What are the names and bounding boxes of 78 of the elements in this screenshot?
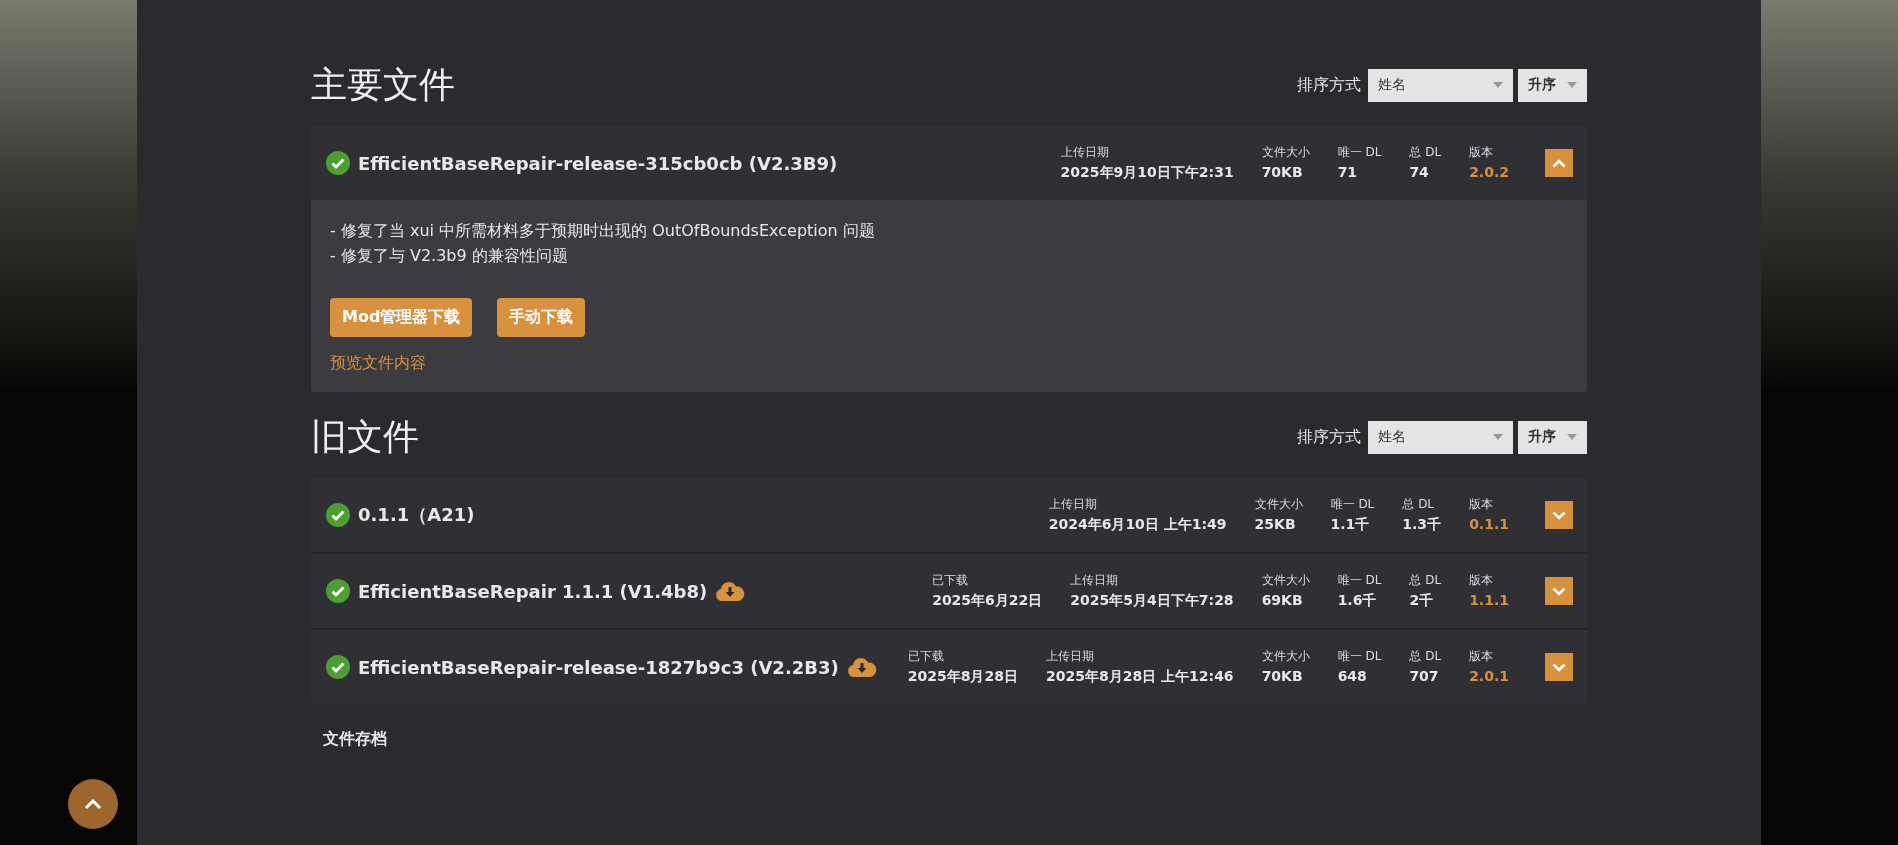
meta-label: 上传日期: [1070, 572, 1120, 589]
sort-order-dropdown[interactable]: 升序: [1518, 68, 1587, 102]
meta-value: 1.3千: [1402, 516, 1442, 534]
meta-label: 唯一 DL: [1337, 572, 1382, 589]
meta-label: 唯一 DL: [1337, 648, 1382, 665]
meta-value: 2025年9月10日下午2:31: [1060, 164, 1234, 182]
meta-label: 上传日期: [1060, 144, 1110, 161]
sort-field-dropdown[interactable]: 姓名: [1368, 420, 1513, 454]
meta-value: 69KB: [1261, 592, 1304, 608]
file-name[interactable]: EfficientBaseRepair-release-315cb0cb (V2.3B9): [358, 152, 838, 174]
meta-value: 1.6千: [1337, 592, 1378, 610]
sort-label: 排序方式: [1297, 74, 1361, 96]
meta-value: 2025年5月4日下午7:28: [1070, 592, 1234, 610]
meta-label: 已下载: [932, 572, 970, 589]
meta-value: 648: [1337, 668, 1368, 684]
chevron-up-icon: [84, 798, 102, 810]
version-number: 1.1.1: [1469, 592, 1509, 608]
sort-label: 排序方式: [1297, 426, 1361, 448]
chevron-up-icon: [1552, 158, 1566, 168]
meta-label: 总 DL: [1409, 144, 1442, 161]
meta-value: 707: [1409, 668, 1440, 684]
caret-icon: [1567, 82, 1577, 88]
meta-label: 唯一 DL: [1337, 144, 1382, 161]
expand-toggle-button[interactable]: [1545, 653, 1573, 681]
meta-value: 70KB: [1261, 164, 1304, 180]
version-number: 2.0.1: [1469, 668, 1509, 684]
meta-label: 唯一 DL: [1330, 496, 1375, 513]
changelog-line: - 修复了当 xui 中所需材料多于预期时出现的 OutOfBoundsException 问题: [330, 220, 875, 242]
meta-value: 2025年8月28日 上午12:46: [1046, 668, 1234, 686]
expand-toggle-button[interactable]: [1545, 577, 1573, 605]
caret-icon: [1493, 434, 1503, 440]
caret-icon: [1567, 434, 1577, 440]
preview-link[interactable]: 预览文件内容: [330, 353, 426, 374]
caret-icon: [1493, 82, 1503, 88]
archive-link[interactable]: 文件存档: [323, 729, 387, 750]
expand-toggle-button[interactable]: [1545, 501, 1573, 529]
expand-toggle-button[interactable]: [1545, 149, 1573, 177]
sort-field-dropdown[interactable]: 姓名: [1368, 68, 1513, 102]
meta-label: 版本: [1469, 572, 1495, 589]
meta-label: 总 DL: [1402, 496, 1436, 513]
meta-value: 25KB: [1254, 516, 1297, 532]
meta-value: 2025年8月28日: [907, 668, 1018, 686]
section-title: 主要文件: [311, 62, 455, 107]
meta-label: 版本: [1469, 496, 1495, 513]
meta-label: 文件大小: [1254, 496, 1303, 513]
chevron-down-icon: [1552, 586, 1566, 596]
meta-value: 74: [1409, 164, 1430, 180]
check-circle-icon: [326, 655, 350, 679]
sort-order-dropdown[interactable]: 升序: [1518, 420, 1587, 454]
meta-label: 总 DL: [1409, 648, 1442, 665]
version-number: 2.0.2: [1469, 164, 1509, 180]
meta-label: 文件大小: [1261, 648, 1310, 665]
meta-label: 上传日期: [1048, 496, 1098, 513]
chevron-down-icon: [1552, 662, 1566, 672]
meta-label: 已下载: [907, 648, 945, 665]
meta-label: 上传日期: [1046, 648, 1095, 665]
meta-value: 1.1千: [1330, 516, 1371, 534]
file-name[interactable]: 0.1.1（A21): [358, 503, 475, 527]
meta-label: 文件大小: [1261, 572, 1310, 589]
file-name[interactable]: EfficientBaseRepair-release-1827b9c3 (V2.2B3): [358, 656, 839, 678]
meta-value: 2千: [1409, 592, 1435, 610]
changelog-line: - 修复了与 V2.3b9 的兼容性问题: [330, 245, 569, 267]
check-circle-icon: [326, 151, 350, 175]
check-circle-icon: [326, 503, 350, 527]
meta-label: 总 DL: [1409, 572, 1442, 589]
meta-label: 版本: [1469, 144, 1495, 161]
version-number: 0.1.1: [1469, 516, 1509, 532]
section-title: 旧文件: [311, 414, 419, 459]
meta-value: 2025年6月22日: [932, 592, 1043, 610]
meta-value: 71: [1337, 164, 1359, 180]
meta-value: 2024年6月10日 上午1:49: [1048, 516, 1227, 534]
meta-value: 70KB: [1261, 668, 1304, 684]
chevron-down-icon: [1552, 510, 1566, 520]
meta-label: 文件大小: [1261, 144, 1310, 161]
scroll-to-top-button[interactable]: [68, 779, 118, 829]
meta-label: 版本: [1469, 648, 1495, 665]
file-name[interactable]: EfficientBaseRepair 1.1.1 (V1.4b8): [358, 580, 708, 602]
check-circle-icon: [326, 579, 350, 603]
